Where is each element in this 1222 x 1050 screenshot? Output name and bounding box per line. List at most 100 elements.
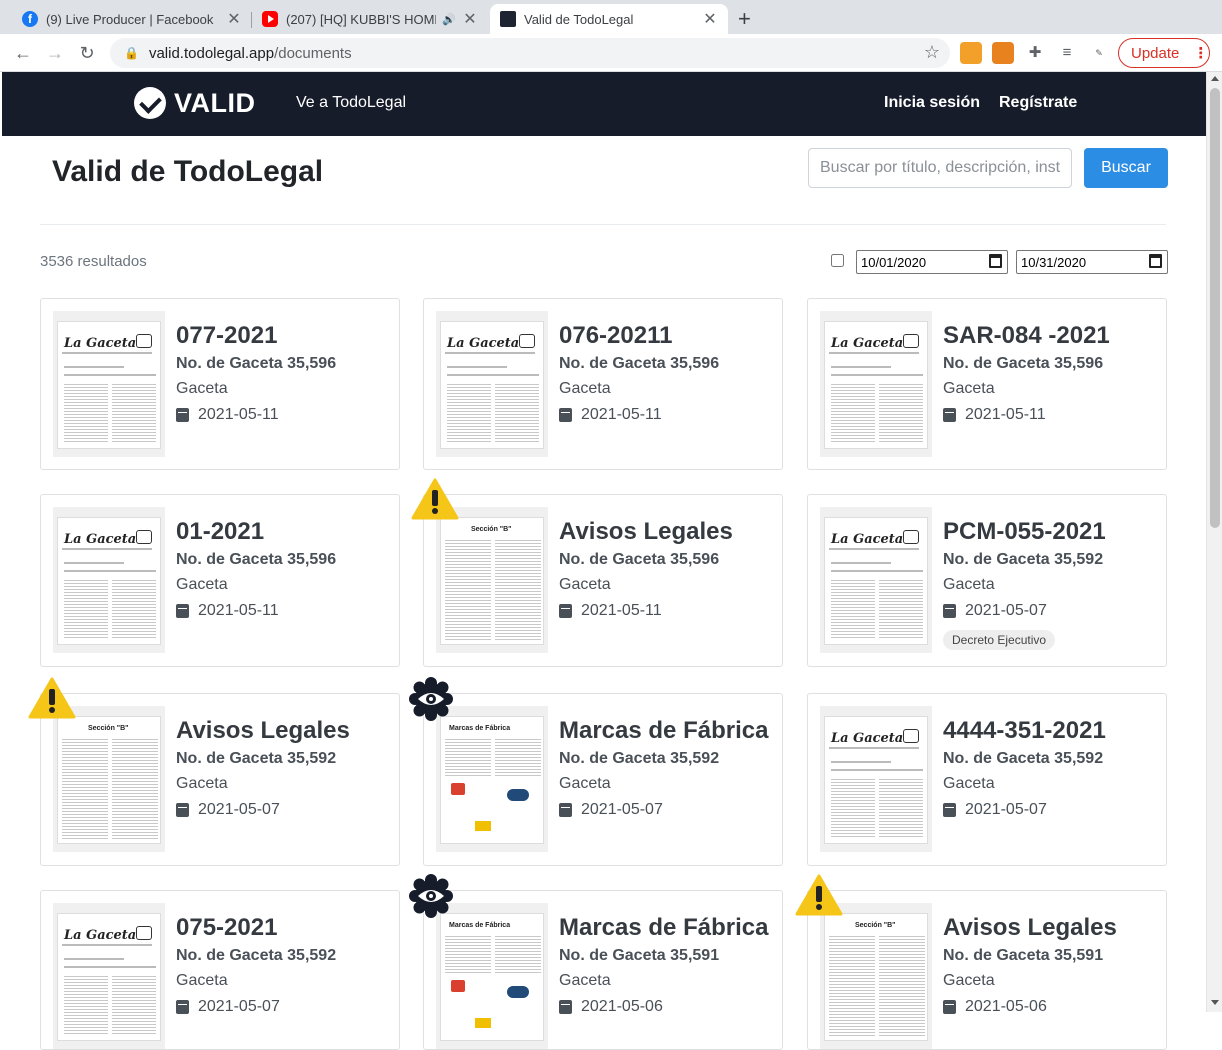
document-info: 077-2021 No. de Gaceta 35,596 Gaceta 2021-0…	[176, 319, 394, 428]
document-card[interactable]: La Gaceta 075-2021 No. de Gaceta 35,592 Gac…	[40, 890, 400, 1050]
scroll-up-icon[interactable]	[1211, 76, 1219, 81]
document-card[interactable]: Sección "B" Avisos Legales No. de Gaceta 3…	[40, 693, 400, 866]
document-card[interactable]: Sección "B" Avisos Legales No. de Gaceta 3…	[807, 890, 1167, 1050]
document-thumbnail[interactable]: La Gaceta	[820, 706, 932, 852]
search-button[interactable]: Buscar	[1084, 148, 1168, 188]
document-thumbnail[interactable]: La Gaceta	[436, 311, 548, 457]
calendar-icon	[943, 604, 956, 618]
reload-icon[interactable]: ↻	[74, 40, 100, 66]
document-info: SAR-084 -2021 No. de Gaceta 35,596 Gaceta 2…	[943, 319, 1161, 428]
divider	[40, 224, 1166, 225]
scroll-thumb[interactable]	[1210, 88, 1220, 528]
scroll-down-icon[interactable]	[1211, 1000, 1219, 1005]
document-title[interactable]: 076-20211	[559, 319, 777, 353]
browser-toolbar: ← → ↻ 🔒 valid.todolegal.app/documents ☆ …	[0, 34, 1222, 72]
document-card[interactable]: Marcas de Fábrica Marcas de Fábrica No. de…	[423, 890, 783, 1050]
document-card[interactable]: La Gaceta SAR-084 -2021 No. de Gaceta 35,5…	[807, 298, 1167, 470]
document-card[interactable]: La Gaceta 077-2021 No. de Gaceta 35,596 Gac…	[40, 298, 400, 470]
document-info: 01-2021 No. de Gaceta 35,596 Gaceta 2021-05…	[176, 515, 394, 624]
document-card[interactable]: La Gaceta 076-20211 No. de Gaceta 35,596 Ga…	[423, 298, 783, 470]
register-link[interactable]: Regístrate	[999, 94, 1077, 112]
media-queue-icon[interactable]: ≡	[1056, 42, 1078, 64]
date-filter-checkbox[interactable]	[831, 254, 844, 267]
gaceta-number: No. de Gaceta 35,592	[943, 750, 1104, 767]
update-label: Update	[1131, 44, 1180, 62]
update-button[interactable]: Update ⋮	[1118, 38, 1210, 68]
document-card[interactable]: Marcas de Fábrica Marcas de Fábrica No. de…	[423, 693, 783, 866]
date-value: 2021-05-06	[965, 998, 1047, 1015]
thumbnail-page: La Gaceta	[57, 913, 161, 1041]
new-tab-icon[interactable]: +	[738, 6, 751, 32]
date-to-input[interactable]: 10/31/2020	[1016, 250, 1168, 274]
document-title[interactable]: Avisos Legales	[176, 714, 394, 748]
gaceta-number: No. de Gaceta 35,592	[176, 947, 337, 964]
document-title[interactable]: Avisos Legales	[559, 515, 777, 549]
tab-title: (9) Live Producer | Facebook	[46, 11, 214, 27]
publication-date: 2021-05-11	[943, 402, 1161, 428]
forward-icon[interactable]: →	[42, 40, 68, 66]
gaceta-number: No. de Gaceta 35,591	[943, 947, 1104, 964]
document-title[interactable]: 01-2021	[176, 515, 394, 549]
thumbnail-section: Marcas de Fábrica	[449, 725, 511, 732]
page-scrollbar[interactable]	[1206, 72, 1222, 1012]
document-title[interactable]: 077-2021	[176, 319, 394, 353]
warning-icon	[28, 677, 76, 719]
gaceta-number: No. de Gaceta 35,592	[943, 551, 1104, 568]
metamask-icon[interactable]	[992, 42, 1014, 64]
calendar-icon[interactable]	[1149, 254, 1162, 268]
document-title[interactable]: 4444-351-2021	[943, 714, 1161, 748]
document-thumbnail[interactable]: Sección "B"	[820, 903, 932, 1049]
document-thumbnail[interactable]: La Gaceta	[53, 903, 165, 1049]
address-bar[interactable]: 🔒 valid.todolegal.app/documents ☆	[110, 38, 950, 68]
document-title[interactable]: 075-2021	[176, 911, 394, 945]
search-input[interactable]	[808, 148, 1072, 188]
document-card[interactable]: La Gaceta 01-2021 No. de Gaceta 35,596 Gace…	[40, 494, 400, 667]
honduras-emblem-icon	[903, 530, 919, 544]
document-title[interactable]: SAR-084 -2021	[943, 319, 1161, 353]
document-thumbnail[interactable]: La Gaceta	[53, 311, 165, 457]
url-path: /documents	[274, 44, 352, 62]
publication-date: 2021-05-07	[176, 797, 394, 823]
thumbnail-title: La Gaceta	[831, 336, 904, 351]
browser-tab-youtube[interactable]: (207) [HQ] KUBBI'S HOME 🔊 ✕	[252, 4, 488, 34]
more-menu-icon[interactable]: ⋮	[1193, 44, 1208, 62]
date-from-input[interactable]: 10/01/2020	[856, 250, 1008, 274]
calendar-icon	[559, 604, 572, 618]
document-thumbnail[interactable]: La Gaceta	[53, 507, 165, 653]
warning-icon	[411, 478, 459, 520]
document-title[interactable]: Marcas de Fábrica	[559, 911, 777, 945]
back-icon[interactable]: ←	[10, 40, 36, 66]
site-logo[interactable]: VALID	[134, 87, 256, 119]
browser-tab-facebook[interactable]: f (9) Live Producer | Facebook ✕	[12, 4, 252, 34]
profile-icon[interactable]: ✎	[1088, 42, 1110, 64]
publication-date: 2021-05-07	[176, 994, 394, 1020]
close-icon[interactable]: ✕	[462, 9, 478, 29]
document-thumbnail[interactable]: Sección "B"	[53, 706, 165, 852]
login-link[interactable]: Inicia sesión	[884, 94, 980, 112]
publication-date: 2021-05-07	[943, 797, 1161, 823]
document-title[interactable]: PCM-055-2021	[943, 515, 1161, 549]
browser-tab-valid[interactable]: Valid de TodoLegal ✕	[490, 4, 728, 34]
calendar-icon[interactable]	[989, 254, 1002, 268]
extensions-puzzle-icon[interactable]: ✚	[1024, 42, 1046, 64]
document-thumbnail[interactable]: Marcas de Fábrica	[436, 903, 548, 1049]
document-thumbnail[interactable]: La Gaceta	[820, 311, 932, 457]
document-thumbnail[interactable]: Sección "B"	[436, 507, 548, 653]
document-title[interactable]: Marcas de Fábrica	[559, 714, 777, 748]
bookmark-star-icon[interactable]: ☆	[924, 42, 940, 63]
close-icon[interactable]: ✕	[702, 9, 718, 29]
document-card[interactable]: La Gaceta 4444-351-2021 No. de Gaceta 35,5…	[807, 693, 1167, 866]
metamask-icon[interactable]	[960, 42, 982, 64]
gaceta-number: No. de Gaceta 35,596	[943, 355, 1104, 372]
document-title[interactable]: Avisos Legales	[943, 911, 1161, 945]
document-card[interactable]: Sección "B" Avisos Legales No. de Gaceta 3…	[423, 494, 783, 667]
speaker-icon[interactable]: 🔊	[442, 13, 456, 26]
date-value: 2021-05-06	[581, 998, 663, 1015]
document-card[interactable]: La Gaceta PCM-055-2021 No. de Gaceta 35,59…	[807, 494, 1167, 667]
close-icon[interactable]: ✕	[226, 9, 242, 29]
date-value: 2021-05-07	[581, 801, 663, 818]
document-tag[interactable]: Decreto Ejecutivo	[943, 630, 1056, 650]
todolegal-link[interactable]: Ve a TodoLegal	[296, 94, 406, 112]
document-thumbnail[interactable]: Marcas de Fábrica	[436, 706, 548, 852]
document-thumbnail[interactable]: La Gaceta	[820, 507, 932, 653]
